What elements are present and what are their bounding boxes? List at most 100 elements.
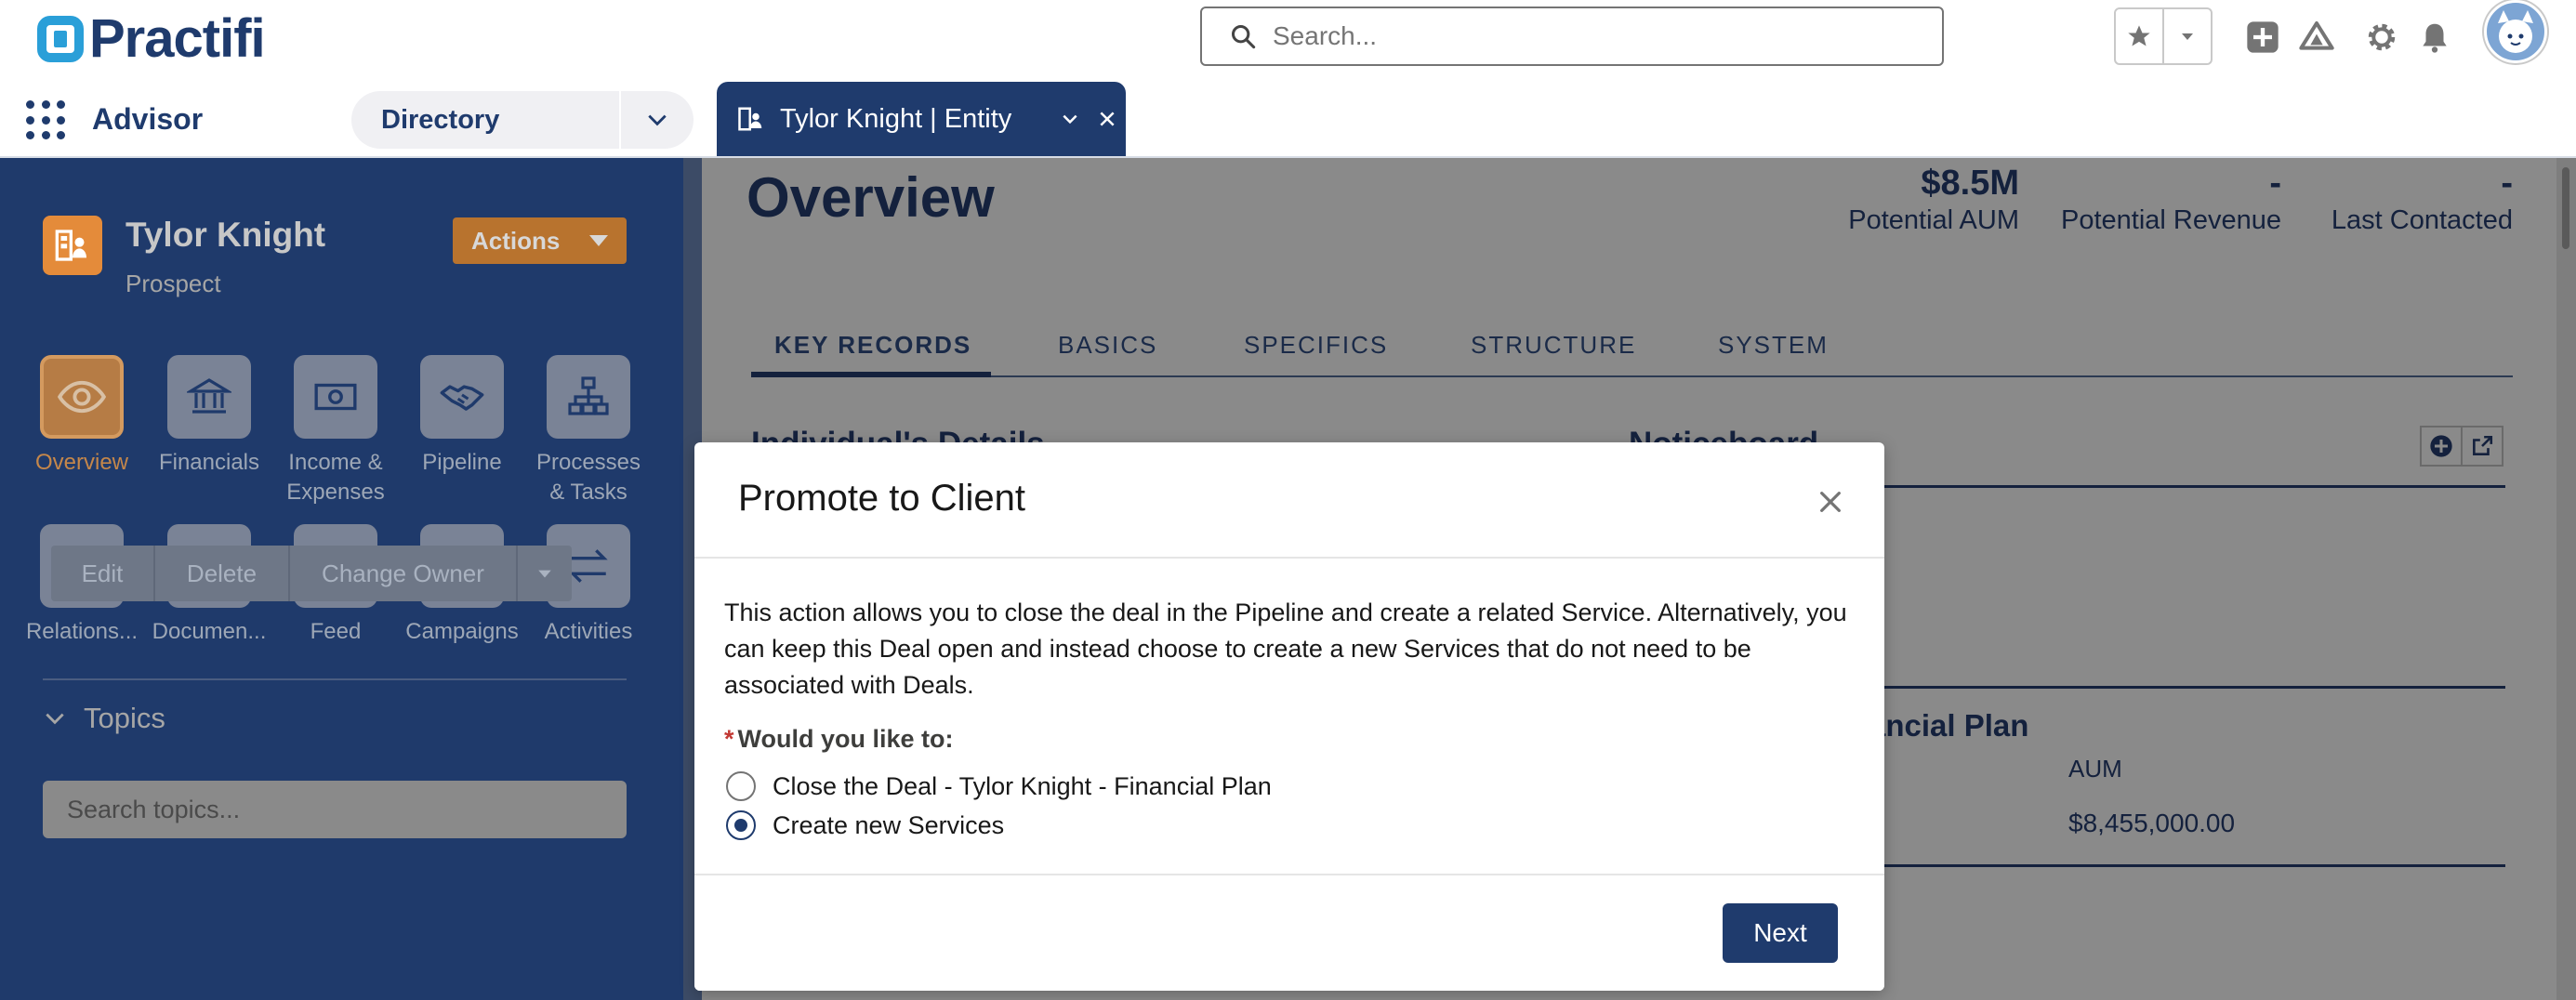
question-text: Would you like to: — [737, 725, 954, 753]
record-action-buttons: Edit Delete Change Owner — [51, 546, 572, 601]
tab-key-records[interactable]: KEY RECORDS — [774, 331, 971, 360]
star-icon — [2128, 25, 2150, 46]
edit-button[interactable]: Edit — [51, 546, 153, 601]
search-input[interactable] — [1273, 21, 1905, 51]
modal-header: Promote to Client — [694, 442, 1884, 559]
favorites-group — [2114, 7, 2213, 65]
modal-footer: Next — [694, 874, 1884, 991]
record-tabs: KEY RECORDS BASICS SPECIFICS STRUCTURE S… — [751, 314, 2513, 377]
sidebar-divider — [43, 678, 627, 680]
record-type: Prospect — [125, 270, 221, 297]
favorites-list-button[interactable] — [2162, 9, 2211, 63]
tab-close-button[interactable] — [1089, 110, 1126, 128]
more-actions-button[interactable] — [516, 546, 572, 601]
delete-button[interactable]: Delete — [153, 546, 288, 601]
kpi-potential-revenue: - Potential Revenue — [2061, 164, 2281, 236]
setup-button[interactable] — [2361, 17, 2402, 58]
tile-label: Income & Expenses — [286, 450, 385, 505]
add-notice-button[interactable] — [2420, 426, 2463, 467]
modal-close-button[interactable] — [1816, 487, 1845, 517]
tile-income-expenses[interactable]: Income & Expenses — [272, 355, 399, 507]
entity-icon — [738, 107, 762, 131]
kpi-value: $8.5M — [1921, 164, 2019, 203]
kpi-label: Last Contacted — [2331, 205, 2513, 235]
next-button[interactable]: Next — [1723, 903, 1838, 963]
topics-toggle[interactable]: Topics — [43, 702, 165, 735]
record-name: Tylor Knight — [125, 216, 326, 254]
open-new-window-button[interactable] — [2461, 426, 2503, 467]
tile-label: Feed — [310, 619, 362, 644]
tab-specifics[interactable]: SPECIFICS — [1244, 331, 1388, 360]
workspace-tab-label[interactable]: Tylor Knight | Entity — [780, 104, 1051, 135]
tile-label: Processes & Tasks — [535, 450, 641, 505]
change-owner-button[interactable]: Change Owner — [288, 546, 516, 601]
caret-down-icon — [589, 235, 608, 246]
topics-search-input[interactable]: Search topics... — [43, 781, 627, 838]
main-scrollbar[interactable] — [2556, 158, 2576, 1000]
tile-label: Documen... — [152, 619, 267, 644]
kpi-label: Potential Revenue — [2061, 205, 2281, 235]
handshake-icon — [420, 355, 504, 439]
tile-label: Overview — [34, 450, 129, 475]
actions-label: Actions — [471, 226, 561, 255]
logo-mark-icon — [37, 15, 84, 62]
tile-label: Relations... — [25, 619, 139, 644]
bank-icon — [167, 355, 251, 439]
tab-system[interactable]: SYSTEM — [1718, 331, 1829, 360]
tile-overview[interactable]: Overview — [19, 355, 145, 478]
nav-dropdown-toggle[interactable] — [619, 91, 694, 149]
option-label[interactable]: Close the Deal - Tylor Knight - Financia… — [773, 772, 1272, 801]
global-search[interactable] — [1200, 7, 1944, 66]
app-nav-bar: Advisor Directory Tylor Knight | Entity — [0, 82, 2576, 158]
close-icon — [1100, 112, 1115, 126]
search-icon — [1231, 24, 1256, 49]
aum-value: $8,455,000.00 — [2068, 809, 2236, 837]
tab-basics[interactable]: BASICS — [1058, 331, 1157, 360]
hierarchy-icon — [547, 355, 630, 439]
favorite-star-button[interactable] — [2116, 9, 2162, 63]
chevron-down-icon — [46, 713, 64, 725]
nav-dropdown-label[interactable]: Directory — [351, 105, 619, 136]
option-close-deal[interactable]: Close the Deal - Tylor Knight - Financia… — [726, 771, 1272, 801]
notifications-button[interactable] — [2414, 17, 2455, 58]
nav-object-dropdown[interactable]: Directory — [351, 91, 694, 149]
aum-column-header: AUM — [2068, 755, 2122, 783]
trailhead-button[interactable] — [2296, 17, 2337, 58]
option-create-services[interactable]: Create new Services — [726, 810, 1004, 840]
trailhead-icon — [2299, 21, 2334, 50]
tile-label: Campaigns — [405, 619, 519, 644]
record-sidebar: Tylor Knight Prospect Actions Overview F… — [0, 158, 683, 1000]
user-avatar[interactable] — [2484, 0, 2547, 63]
app-launcher-icon[interactable] — [26, 100, 67, 141]
practifi-logo[interactable]: Practifi — [37, 7, 266, 70]
question-label: * Would you like to: — [724, 725, 954, 754]
active-tab-indicator — [751, 372, 991, 377]
gear-icon — [2368, 23, 2396, 51]
modal-description: This action allows you to close the deal… — [724, 599, 1847, 699]
add-icon — [2247, 21, 2279, 53]
financial-plan-heading: ancial Plan — [1869, 708, 2029, 743]
radio-create-services[interactable] — [726, 810, 756, 840]
tile-pipeline[interactable]: Pipeline — [399, 355, 525, 478]
external-link-icon — [2473, 435, 2493, 455]
actions-button[interactable]: Actions — [453, 217, 627, 264]
astro-avatar-icon — [2498, 10, 2533, 53]
tile-processes-tasks[interactable]: Processes & Tasks — [525, 355, 652, 507]
chevron-down-icon — [538, 570, 551, 578]
entity-record-icon — [43, 216, 102, 275]
kpi-value: - — [2269, 164, 2281, 203]
tile-label: Financials — [158, 450, 260, 475]
global-header: Practifi — [0, 0, 2576, 82]
workspace-tab[interactable]: Tylor Knight | Entity — [717, 82, 1126, 156]
app-name: Advisor — [92, 102, 204, 136]
tab-structure[interactable]: STRUCTURE — [1471, 331, 1636, 360]
tab-menu-button[interactable] — [1051, 110, 1089, 128]
tile-financials[interactable]: Financials — [146, 355, 272, 478]
option-label[interactable]: Create new Services — [773, 811, 1004, 840]
page-title: Overview — [746, 166, 995, 229]
add-circle-icon — [2430, 435, 2452, 457]
bell-icon — [2423, 23, 2447, 53]
global-actions-button[interactable] — [2242, 17, 2283, 58]
topics-label: Topics — [84, 702, 165, 734]
radio-close-deal[interactable] — [726, 771, 756, 801]
